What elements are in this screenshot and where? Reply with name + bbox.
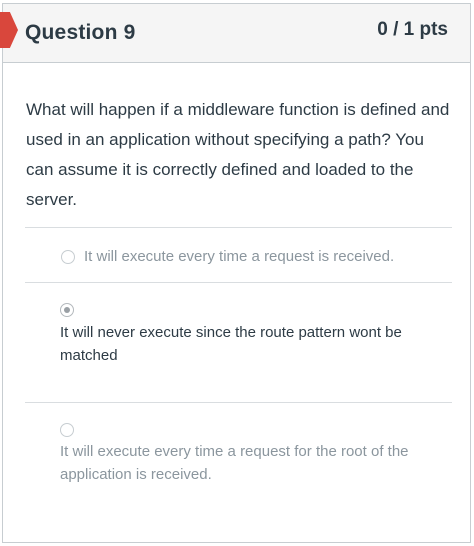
answer-3-label[interactable]: It will execute every time a request for… (60, 440, 430, 486)
answer-1-label[interactable]: It will execute every time a request is … (84, 245, 454, 268)
flag-icon (0, 12, 18, 48)
question-text: What will happen if a middleware functio… (26, 100, 450, 209)
answer-1-radio[interactable] (61, 250, 75, 264)
question-header: Question 9 0 / 1 pts (0, 4, 470, 63)
answer-2-label[interactable]: It will never execute since the route pa… (60, 321, 420, 367)
question-card: Question 9 0 / 1 pts What will happen if… (0, 3, 471, 543)
answer-2-radio[interactable] (60, 303, 74, 317)
question-title: Question 9 (25, 21, 136, 44)
divider (25, 402, 452, 403)
answer-3-radio[interactable] (60, 423, 74, 437)
question-points: 0 / 1 pts (377, 19, 448, 40)
divider (25, 227, 452, 228)
divider (25, 282, 452, 283)
